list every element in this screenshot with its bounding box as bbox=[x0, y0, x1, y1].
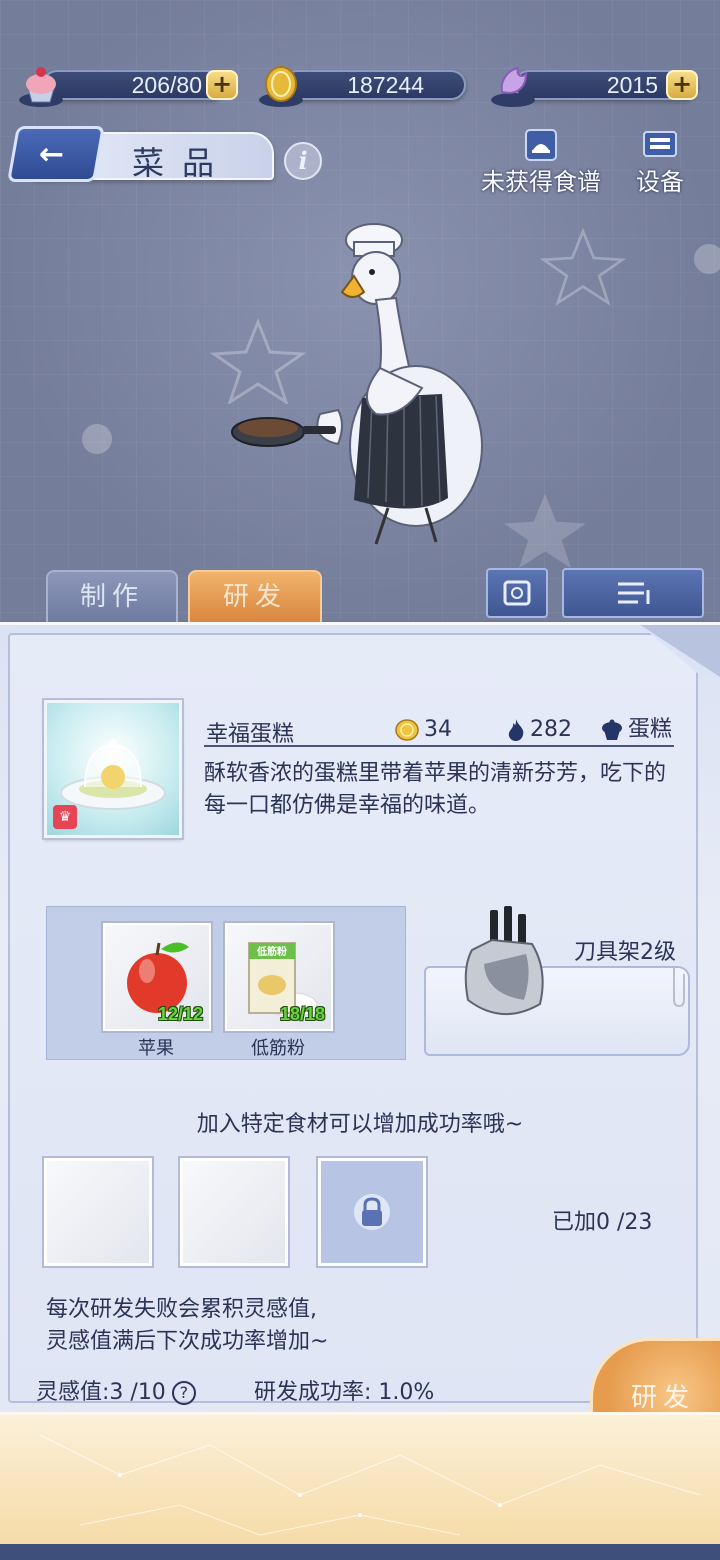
tab-research[interactable]: 研发 bbox=[188, 570, 322, 622]
constellation-decoration bbox=[39, 1434, 701, 1536]
knife-block-icon bbox=[464, 906, 544, 1015]
info-icon[interactable]: i bbox=[284, 142, 322, 180]
success-rate: 研发成功率: 1.0% bbox=[254, 1380, 435, 1405]
preview-icon bbox=[503, 580, 531, 606]
dish-coin-value: 34 bbox=[424, 717, 452, 742]
dish-category: 蛋糕 bbox=[628, 717, 673, 742]
equipment-name: 刀具架2级 bbox=[574, 940, 676, 965]
research-button-label: 研发 bbox=[631, 1383, 696, 1413]
back-button[interactable]: ← bbox=[7, 126, 105, 182]
inspiration-note-line: 灵感值满后下次成功率增加~ bbox=[46, 1329, 329, 1354]
extra-ingredient-slot-1[interactable] bbox=[44, 1158, 152, 1266]
extra-ingredient-slot-locked[interactable] bbox=[318, 1158, 426, 1266]
gold-coin-icon bbox=[259, 66, 303, 107]
title-bar: ← 菜品 bbox=[7, 126, 274, 186]
bubble-decoration bbox=[694, 244, 720, 274]
equipment-button[interactable]: 设备 bbox=[624, 128, 696, 196]
page-fold-decoration bbox=[640, 625, 720, 677]
apple-count: 12/12 bbox=[157, 1004, 203, 1024]
add-stamina-button[interactable]: + bbox=[206, 70, 238, 100]
resource-crystal: 2015 + bbox=[488, 62, 702, 108]
cupcake-icon bbox=[19, 67, 63, 107]
gold-value: 187244 bbox=[347, 72, 424, 98]
bottom-strip bbox=[0, 1544, 720, 1560]
preview-button[interactable] bbox=[486, 568, 548, 618]
extra-ingredient-slot-2[interactable] bbox=[180, 1158, 288, 1266]
crystal-swan-icon bbox=[491, 66, 535, 107]
equipment-label: 设备 bbox=[636, 168, 684, 196]
list-filter-icon bbox=[618, 582, 650, 604]
crown-badge-icon: ♛ bbox=[53, 805, 77, 829]
inspiration-note: 每次研发失败会累积灵感值, 灵感值满后下次成功率增加~ bbox=[46, 1294, 328, 1358]
flour-package-label: 低筋粉 bbox=[256, 945, 287, 958]
tab-make[interactable]: 制作 bbox=[46, 570, 178, 622]
bubble-decoration bbox=[82, 424, 112, 454]
unobtained-recipes-label: 未获得食谱 bbox=[481, 168, 601, 196]
ingredient-hint: 加入特定食材可以增加成功率哦~ bbox=[196, 1112, 524, 1137]
dish-heat-stat: 282 bbox=[506, 716, 572, 744]
ingredient-slot-flour[interactable]: 低筋粉 18/18 bbox=[225, 923, 333, 1031]
lock-icon bbox=[354, 1194, 390, 1230]
inspiration-note-line: 每次研发失败会累积灵感值, bbox=[46, 1297, 317, 1322]
stamina-value: 206/80 bbox=[131, 72, 202, 98]
dish-heat-value: 282 bbox=[530, 717, 572, 742]
dish-name: 幸福蛋糕 bbox=[206, 722, 295, 747]
resource-gold: 187244 bbox=[256, 62, 470, 108]
ingredient-slot-apple[interactable]: 12/12 bbox=[103, 923, 211, 1031]
dish-category-stat: 蛋糕 bbox=[600, 716, 672, 744]
page-title: 菜品 bbox=[132, 144, 233, 182]
cake-category-icon bbox=[602, 719, 622, 740]
dish-coin-stat: 34 bbox=[394, 716, 452, 744]
inspiration-value: 灵感值:3 /10 bbox=[36, 1380, 166, 1405]
filter-list-button[interactable] bbox=[562, 568, 704, 618]
add-crystal-button[interactable]: + bbox=[666, 70, 698, 100]
gold-coin-icon bbox=[395, 719, 419, 741]
bottom-decoration bbox=[0, 1412, 720, 1544]
dish-divider bbox=[204, 745, 674, 747]
added-ingredient-count: 已加0 /23 bbox=[552, 1210, 653, 1235]
inspiration-meter: 灵感值:3 /10? bbox=[36, 1374, 196, 1406]
resource-stamina: 206/80 + bbox=[16, 62, 238, 108]
star-decoration bbox=[504, 493, 586, 569]
unobtained-recipes-button[interactable]: 未获得食谱 bbox=[474, 128, 608, 196]
ingredient-name-apple: 苹果 bbox=[138, 1038, 174, 1059]
crystal-value: 2015 bbox=[606, 72, 658, 98]
flour-count: 18/18 bbox=[279, 1004, 325, 1024]
ingredient-name-flour: 低筋粉 bbox=[251, 1038, 305, 1059]
flame-icon bbox=[508, 719, 524, 741]
dish-description: 酥软香浓的蛋糕里带着苹果的清新芬芳，吃下的每一口都仿佛是幸福的味道。 bbox=[204, 761, 667, 818]
paperclip-icon bbox=[673, 968, 685, 1008]
help-icon[interactable]: ? bbox=[171, 1381, 196, 1405]
goose-chef-illustration bbox=[231, 223, 483, 545]
back-arrow-icon: ← bbox=[38, 137, 65, 172]
dish-image[interactable]: ♛ bbox=[44, 700, 182, 838]
star-decoration bbox=[540, 227, 626, 306]
